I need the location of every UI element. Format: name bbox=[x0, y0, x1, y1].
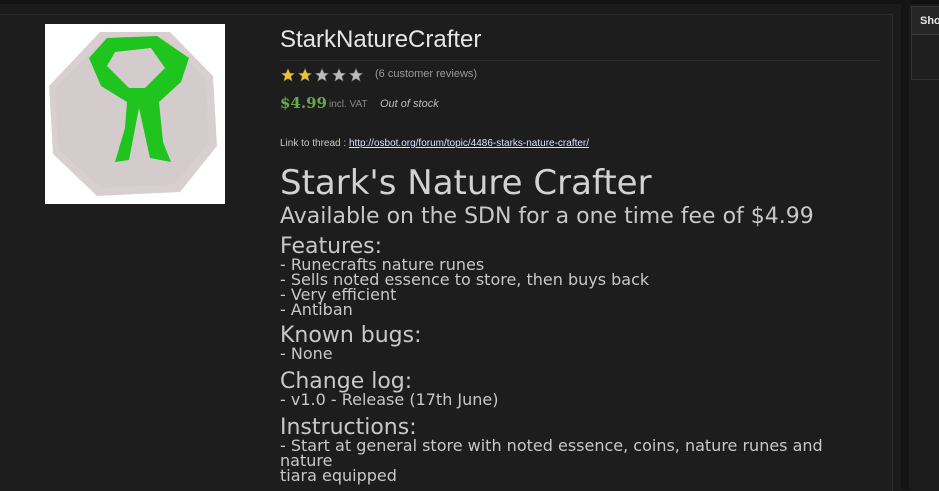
star-empty-icon bbox=[314, 67, 330, 82]
description-heading: Stark's Nature Crafter bbox=[280, 163, 652, 203]
rating-stars[interactable] bbox=[280, 67, 364, 83]
sidebar-gap bbox=[901, 0, 909, 490]
thread-link[interactable]: http://osbot.org/forum/topic/4486-starks… bbox=[349, 138, 589, 149]
vat-label: incl. VAT bbox=[329, 99, 368, 110]
changelog-item: - v1.0 - Release (17th June) bbox=[280, 390, 499, 409]
star-empty-icon bbox=[331, 67, 347, 82]
bug-item: - None bbox=[280, 344, 333, 363]
star-empty-icon bbox=[348, 67, 364, 82]
feature-item: - Very efficient bbox=[280, 285, 397, 304]
nature-rune-icon bbox=[49, 32, 217, 196]
changelog-title: Change log: bbox=[280, 369, 413, 394]
thread-label: Link to thread : bbox=[280, 138, 347, 149]
product-description: Stark's Nature Crafter Available on the … bbox=[280, 163, 880, 485]
star-filled-icon bbox=[297, 67, 313, 82]
instruction-item: - Start at general store with noted esse… bbox=[280, 436, 823, 470]
product-title: StarkNatureCrafter bbox=[280, 26, 482, 53]
description-subheading: Available on the SDN for a one time fee … bbox=[280, 204, 814, 229]
features-title: Features: bbox=[280, 234, 383, 259]
feature-item: - Antiban bbox=[280, 300, 353, 319]
thread-line: Link to thread : http://osbot.org/forum/… bbox=[280, 138, 589, 149]
shop-sidebar: Shop bbox=[911, 6, 939, 80]
stock-status: Out of stock bbox=[380, 98, 439, 110]
instruction-item: tiara equipped bbox=[280, 466, 397, 485]
divider bbox=[280, 60, 880, 61]
reviews-link[interactable]: (6 customer reviews) bbox=[375, 68, 477, 80]
instructions-title: Instructions: bbox=[280, 415, 417, 440]
sidebar-title: Shop bbox=[912, 7, 939, 35]
bugs-title: Known bugs: bbox=[280, 323, 422, 348]
price: $4.99 bbox=[280, 94, 327, 112]
star-filled-icon bbox=[280, 67, 296, 82]
top-strip bbox=[0, 0, 939, 4]
product-image[interactable] bbox=[45, 24, 225, 204]
